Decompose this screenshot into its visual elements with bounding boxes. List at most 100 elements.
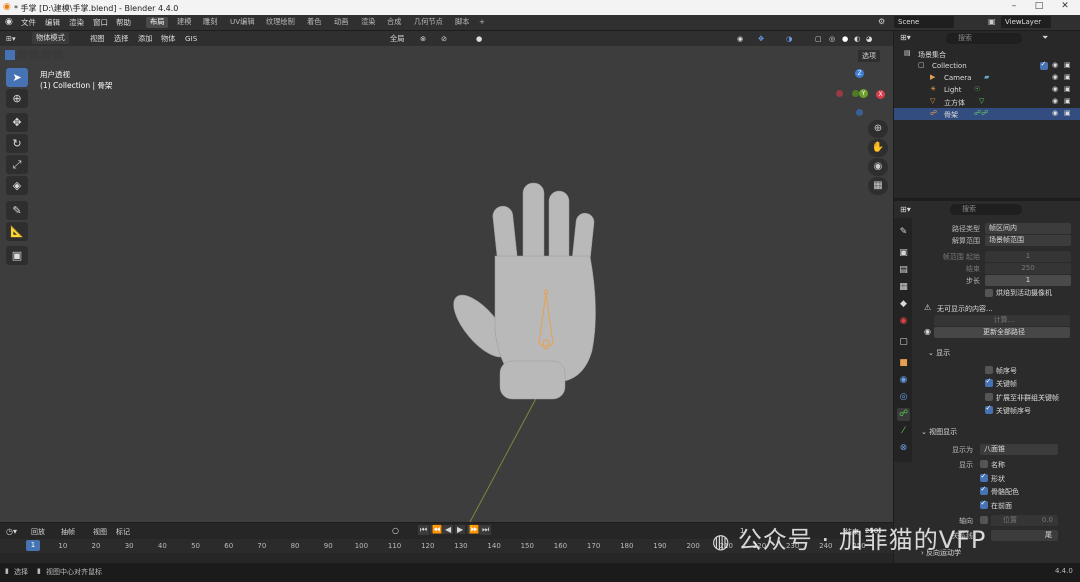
outliner-search-input[interactable]: 搜索	[946, 33, 1022, 44]
timeline-menu-playback[interactable]: 回放	[31, 527, 45, 537]
step-field[interactable]: 1	[985, 275, 1071, 286]
timeline-menu-keying[interactable]: 抽帧	[61, 527, 75, 537]
viewport-menu-add[interactable]: 添加	[138, 34, 152, 44]
eye-icon[interactable]: ◉	[1052, 61, 1058, 69]
outliner-item-light[interactable]: ☀ Light ☉ ◉ ▣	[894, 84, 1080, 96]
render-tab-icon[interactable]: ▣	[897, 247, 910, 260]
tab-uv-editing[interactable]: UV编辑	[226, 17, 259, 28]
annotate-tool-icon[interactable]: ✎	[6, 201, 28, 220]
measure-tool-icon[interactable]: 📐	[6, 222, 28, 241]
next-key-icon[interactable]: ⏩	[467, 525, 481, 534]
view-layer-selector[interactable]: ViewLayer	[1001, 16, 1051, 28]
outliner-item-collection[interactable]: ▢ Collection ◉ ▣	[894, 60, 1080, 72]
eye-icon[interactable]: ◉	[1052, 97, 1058, 105]
select-invert-icon[interactable]	[41, 50, 51, 60]
cursor-tool-icon[interactable]: ⊕	[6, 89, 28, 108]
zoom-icon[interactable]: ⊕	[868, 120, 888, 138]
outliner-editor-icon[interactable]: ⊞▾	[900, 33, 911, 42]
menu-file[interactable]: 文件	[21, 17, 36, 28]
output-tab-icon[interactable]: ▤	[897, 264, 910, 277]
add-cube-tool-icon[interactable]: ▣	[6, 246, 28, 265]
minimize-button[interactable]: –	[1000, 1, 1028, 14]
in-front-checkbox[interactable]	[980, 499, 988, 509]
view-layer-tab-icon[interactable]: ▦	[897, 281, 910, 294]
solid-shading-icon[interactable]: ●	[842, 34, 848, 43]
select-box-tool-icon[interactable]: ➤	[6, 68, 28, 87]
tab-animation[interactable]: 动画	[330, 17, 352, 28]
collection-tab-icon[interactable]: ▢	[897, 336, 910, 349]
gizmo-neg-x[interactable]	[836, 90, 843, 97]
show-name-checkbox[interactable]	[980, 460, 988, 468]
jump-start-icon[interactable]: ⏮	[418, 525, 430, 535]
show-shape-checkbox[interactable]	[980, 472, 988, 482]
maximize-button[interactable]: □	[1025, 1, 1053, 14]
physics-tab-icon[interactable]: ◎	[897, 391, 910, 404]
bone-colors-checkbox[interactable]	[980, 485, 988, 495]
wireframe-shading-icon[interactable]: ◎	[829, 34, 835, 43]
transform-orientation-dropdown[interactable]: 全局	[390, 34, 404, 44]
camera-render-icon[interactable]: ▣	[1064, 61, 1071, 69]
viewport-menu-gis[interactable]: GIS	[185, 34, 197, 43]
viewport-menu-select[interactable]: 选择	[114, 34, 128, 44]
timeline-menu-view[interactable]: 视图	[93, 527, 107, 537]
play-reverse-icon[interactable]: ◀	[443, 525, 454, 534]
material-shading-icon[interactable]: ◐	[854, 34, 860, 43]
close-button[interactable]: ✕	[1051, 1, 1079, 14]
gizmo-neg-y[interactable]	[852, 90, 859, 97]
tab-modeling[interactable]: 建模	[173, 17, 195, 28]
outliner-item-camera[interactable]: ▶ Camera ▰ ◉ ▣	[894, 72, 1080, 84]
keyframe-numbers-checkbox[interactable]	[985, 404, 993, 414]
bake-camera-checkbox[interactable]	[985, 289, 993, 297]
constraint-tab-icon[interactable]: ⊗	[897, 442, 910, 455]
viewport-display-header[interactable]: ⌄ 视图显示	[921, 427, 957, 437]
eye-icon[interactable]: ◉	[1052, 109, 1058, 117]
snap-icon[interactable]: ⊘	[441, 34, 447, 43]
blender-menu-icon[interactable]: ◉	[5, 17, 13, 27]
tab-texture-paint[interactable]: 纹理绘制	[262, 17, 299, 28]
transform-tool-icon[interactable]: ◈	[6, 176, 28, 195]
bone-tab-icon[interactable]: ⁄	[897, 425, 910, 438]
keyframes-checkbox[interactable]	[985, 377, 993, 387]
eye-icon[interactable]: ◉	[1052, 85, 1058, 93]
viewport-menu-object[interactable]: 物体	[161, 34, 175, 44]
gizmo-x-axis[interactable]: X	[876, 90, 885, 99]
play-icon[interactable]: ▶	[455, 525, 466, 534]
tab-compositing[interactable]: 合成	[383, 17, 405, 28]
select-extend-icon[interactable]	[17, 50, 27, 60]
scale-tool-icon[interactable]: ⤢	[6, 155, 28, 174]
tab-sculpting[interactable]: 雕刻	[199, 17, 221, 28]
rendered-shading-icon[interactable]: ◕	[866, 34, 872, 43]
auto-key-icon[interactable]: ○	[392, 526, 399, 535]
tab-geometry-nodes[interactable]: 几何节点	[410, 17, 447, 28]
xray-icon[interactable]: ▢	[815, 34, 822, 43]
tab-layout[interactable]: 布局	[146, 17, 169, 28]
relation-line-field[interactable]: 尾	[991, 530, 1058, 541]
camera-render-icon[interactable]: ▣	[1064, 85, 1071, 93]
camera-render-icon[interactable]: ▣	[1064, 73, 1071, 81]
display-section-header[interactable]: ⌄ 显示	[928, 348, 950, 358]
menu-render[interactable]: 渲染	[69, 17, 84, 28]
camera-render-icon[interactable]: ▣	[1064, 109, 1071, 117]
frame-end-field[interactable]: 250	[985, 263, 1071, 274]
properties-search-input[interactable]: 搜索	[950, 204, 1022, 215]
current-frame-indicator[interactable]: 1	[26, 540, 40, 551]
display-as-dropdown[interactable]: 八面锥	[980, 444, 1058, 455]
outliner[interactable]: ⊞▾ 搜索 ⏷ ▤ 场景集合 ▢ Collection ◉ ▣ ▶ Camera…	[894, 31, 1080, 198]
overlay-toggle-icon[interactable]: ◑	[786, 34, 792, 43]
jump-end-icon[interactable]: ⏭	[480, 525, 492, 535]
perspective-grid-icon[interactable]: ▦	[868, 177, 888, 195]
select-new-icon[interactable]	[5, 50, 15, 60]
scene-selector[interactable]: Scene	[894, 16, 954, 28]
axis-gizmo[interactable]: Z Y X	[834, 67, 888, 119]
tab-scripting[interactable]: 脚本	[451, 17, 473, 28]
frame-start-field[interactable]: 1	[985, 251, 1071, 262]
outliner-item-armature[interactable]: ☍ 骨架 ☍☍ ◉ ▣	[894, 108, 1080, 120]
tab-rendering[interactable]: 渲染	[357, 17, 379, 28]
visibility-icon[interactable]: ◉	[737, 34, 743, 43]
tab-shading[interactable]: 着色	[303, 17, 325, 28]
3d-viewport[interactable]: 用户透视 (1) Collection | 骨架 选项 Z Y X ⊕ ✋ ◉ …	[0, 31, 893, 522]
eye-icon[interactable]: ◉	[1052, 73, 1058, 81]
select-intersect-icon[interactable]	[53, 50, 63, 60]
outliner-item-cube[interactable]: ▽ 立方体 ▽ ◉ ▣	[894, 96, 1080, 108]
axis-position-field[interactable]: 位置 0.0	[991, 515, 1058, 526]
